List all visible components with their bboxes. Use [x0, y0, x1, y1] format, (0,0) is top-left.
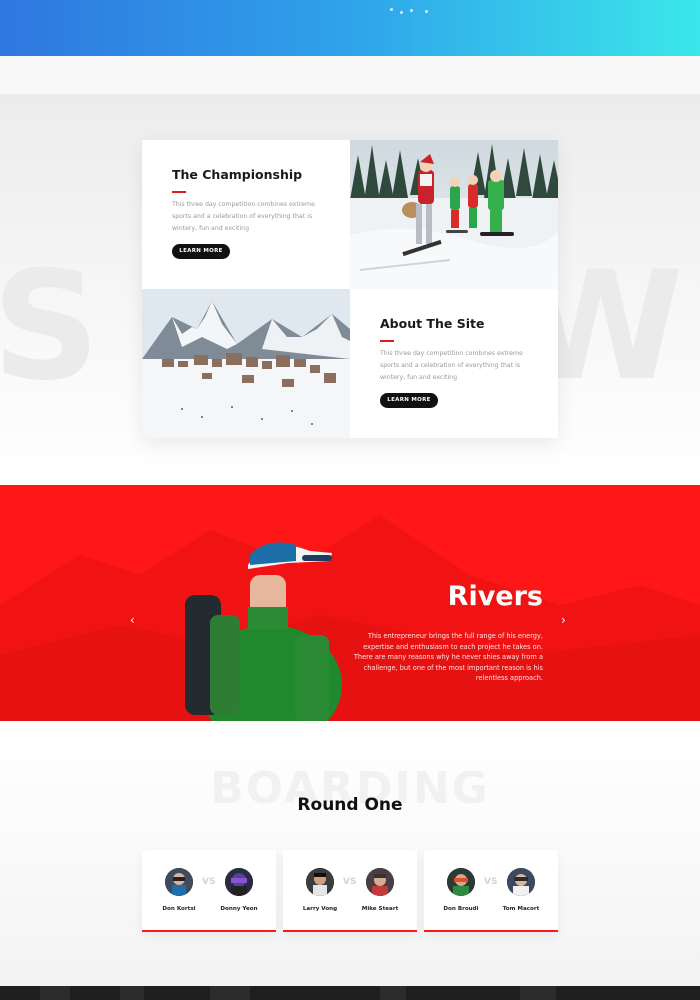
intro-grid: The Championship This three day competit… — [142, 140, 558, 438]
round-title: Round One — [297, 795, 403, 815]
athlete-photo — [185, 542, 342, 721]
athlete-feature: ‹ › Rivers This entrepreneur brings the … — [0, 485, 700, 721]
player-name: Don Kortsi — [162, 906, 196, 912]
championship-text: This three day competition combines extr… — [172, 201, 315, 232]
intro-section: SNOW The Championship This three day com… — [0, 94, 700, 485]
avatar — [165, 868, 193, 896]
player-name: Donny Yeon — [220, 906, 258, 912]
avatar — [225, 868, 253, 896]
championship-learn-more-button[interactable]: LEARN MORE — [172, 244, 230, 259]
feature-title: Rivers — [447, 581, 543, 612]
match-list: VS Don Kortsi Donny Yeon VS Larry Vong M… — [142, 850, 558, 932]
vs-label: VS — [202, 877, 216, 887]
match-card[interactable]: VS Don Broudi Tom Macort — [424, 850, 558, 932]
mountain-village-photo — [142, 289, 350, 438]
feature-text: This entrepreneur brings the full range … — [353, 632, 543, 682]
about-learn-more-button[interactable]: LEARN MORE — [380, 393, 438, 408]
championship-card: The Championship This three day competit… — [142, 140, 350, 289]
championship-title: The Championship — [172, 167, 303, 182]
avatar — [306, 868, 334, 896]
title-underline — [172, 191, 186, 193]
santa-skiing-photo — [350, 140, 558, 289]
section-spacer — [0, 56, 700, 94]
chevron-right-icon[interactable]: › — [561, 613, 571, 627]
player-name: Larry Vong — [302, 906, 338, 912]
chevron-left-icon[interactable]: ‹ — [130, 613, 140, 627]
title-underline — [380, 340, 394, 342]
vs-label: VS — [484, 877, 498, 887]
avatar — [507, 868, 535, 896]
match-card[interactable]: VS Don Kortsi Donny Yeon — [142, 850, 276, 932]
vs-label: VS — [343, 877, 357, 887]
hero-decoration — [390, 8, 430, 14]
about-card: About The Site This three day competitio… — [350, 289, 558, 438]
mountain-texture — [0, 515, 700, 721]
player-name: Mike Steart — [361, 906, 399, 912]
avatar — [447, 868, 475, 896]
footer-strip — [0, 986, 700, 1000]
player-name: Don Broudi — [443, 906, 479, 912]
round-section: BOARDING Round One VS Don Kortsi Donny Y… — [0, 721, 700, 986]
about-text: This three day competition combines extr… — [380, 350, 523, 381]
avatar — [366, 868, 394, 896]
about-title: About The Site — [380, 316, 485, 331]
match-card[interactable]: VS Larry Vong Mike Steart — [283, 850, 417, 932]
player-name: Tom Macort — [502, 906, 540, 912]
hero-banner — [0, 0, 700, 56]
